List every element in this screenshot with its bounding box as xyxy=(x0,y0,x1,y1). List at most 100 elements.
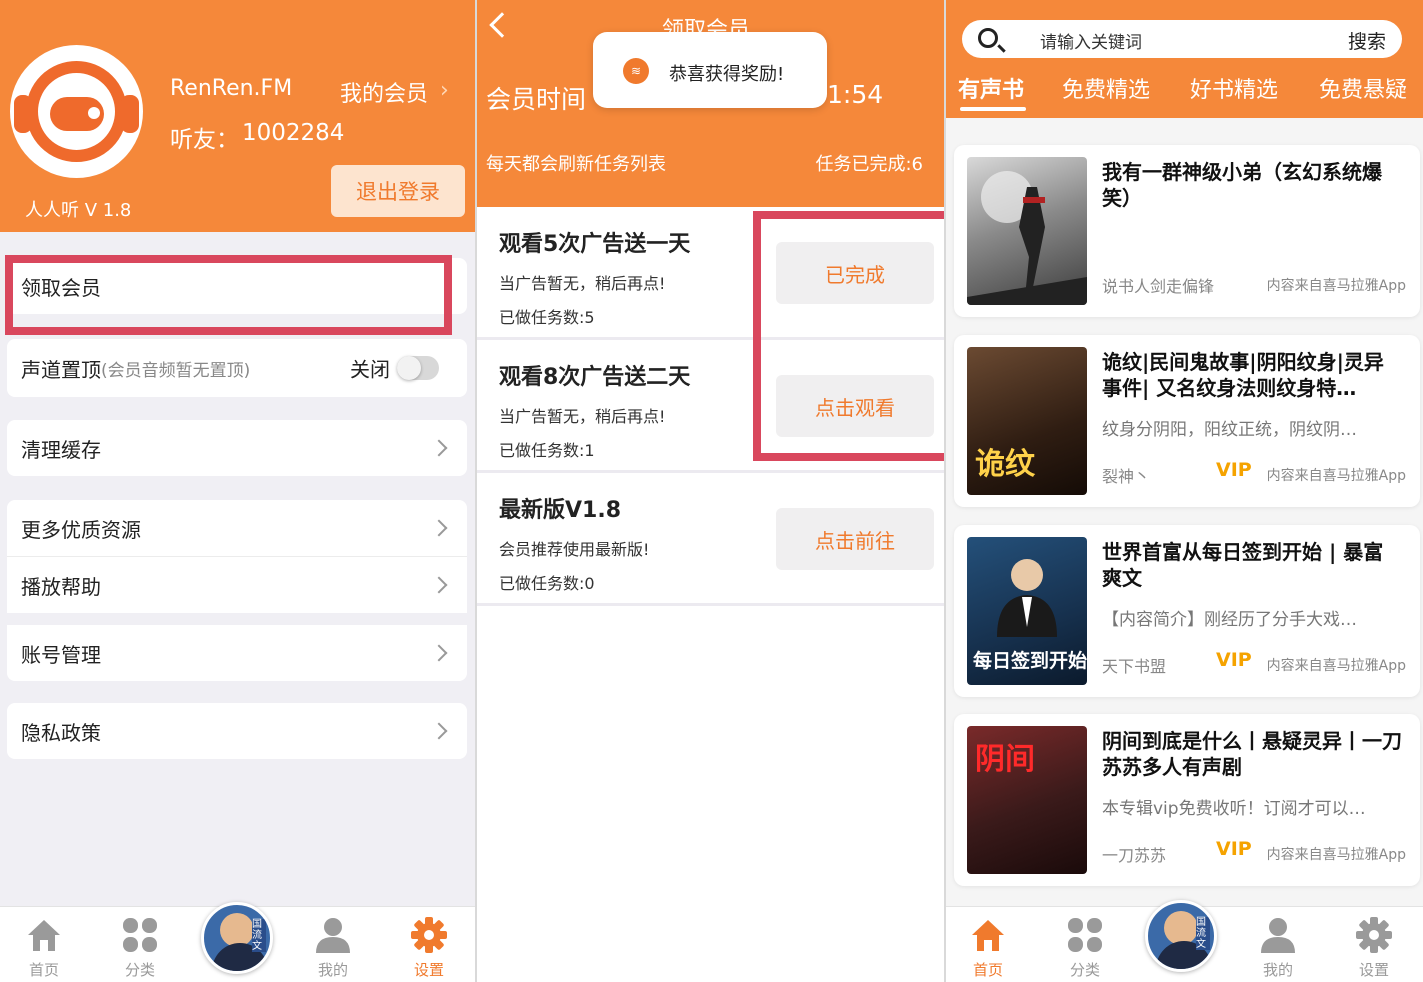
channel-top-row: 声道置顶 (会员音频暂无置顶) 关闭 xyxy=(7,339,467,397)
tab-settings-label: 设置 xyxy=(1358,961,1389,979)
channel-top-toggle[interactable] xyxy=(397,356,439,380)
play-help-label: 播放帮助 xyxy=(21,574,101,599)
category-grid-icon xyxy=(1068,918,1102,952)
audio-wave-icon: ≋ xyxy=(623,58,649,84)
toast-text: 恭喜获得奖励! xyxy=(669,64,785,85)
task-count: 已做任务数:1 xyxy=(499,441,595,460)
more-resources-label: 更多优质资源 xyxy=(21,517,141,542)
tab-category[interactable]: 分类 xyxy=(1055,915,1115,980)
account-row[interactable]: 账号管理 xyxy=(7,625,467,681)
avatar-badge-text: 国流文 xyxy=(252,919,266,952)
play-help-row[interactable]: 播放帮助 xyxy=(7,557,467,613)
account-label: 账号管理 xyxy=(21,642,101,667)
search-bar[interactable]: 请输入关键词 搜索 xyxy=(962,20,1402,58)
logo-eye-icon xyxy=(88,107,100,119)
book-card[interactable]: 阴间 阴间到底是什么丨悬疑灵异丨一刀苏苏多人有声剧 本专辑vip免费收听！订阅才… xyxy=(954,714,1420,886)
tab-home[interactable]: 首页 xyxy=(958,915,1018,980)
chevron-right-icon xyxy=(430,439,448,457)
tab-category[interactable]: 分类 xyxy=(110,915,170,980)
book-cover: 阴间 xyxy=(967,726,1087,874)
tab-free-suspense[interactable]: 免费悬疑 xyxy=(1319,72,1407,104)
book-author: 说书人剑走偏锋 xyxy=(1102,277,1215,296)
tab-mine[interactable]: 我的 xyxy=(303,915,363,980)
task-item: 最新版V1.8 会员推荐使用最新版! 已做任务数:0 点击前往 xyxy=(477,474,945,606)
tab-good-books[interactable]: 好书精选 xyxy=(1190,72,1278,104)
profile-header: RenRen.FM 我的会员 › 听友： 1002284 人人听 V 1.8 退… xyxy=(0,0,475,232)
privacy-label: 隐私政策 xyxy=(21,720,101,745)
book-card[interactable]: 诡纹 诡纹|民间鬼故事|阴阳纹身|灵异事件| 又名纹身法则纹身特… 纹身分阴阳，… xyxy=(954,335,1420,507)
search-icon xyxy=(978,28,998,48)
go-button[interactable]: 点击前往 xyxy=(776,508,934,570)
clear-cache-label: 清理缓存 xyxy=(21,437,101,462)
book-desc: 本专辑vip免费收听！订阅才可以… xyxy=(1102,799,1366,819)
claim-header: 领取会员 会员时间 1:54 每天都会刷新任务列表 任务已完成:6 ≋ 恭喜获得… xyxy=(477,0,945,207)
logout-button[interactable]: 退出登录 xyxy=(331,165,465,217)
chevron-right-icon xyxy=(430,576,448,594)
chevron-right-icon xyxy=(430,644,448,662)
book-cover: 每日签到开始 xyxy=(967,537,1087,685)
user-id: 1002284 xyxy=(242,120,345,146)
active-tab-indicator xyxy=(960,107,1026,111)
home-header: 请输入关键词 搜索 有声书 免费精选 好书精选 免费悬疑 xyxy=(946,0,1423,118)
chevron-right-icon xyxy=(430,722,448,740)
book-title: 我有一群神级小弟（玄幻系统爆笑） xyxy=(1102,160,1382,210)
tab-settings[interactable]: 设置 xyxy=(399,915,459,980)
tab-settings[interactable]: 设置 xyxy=(1344,915,1404,980)
tab-bar: 首页 分类 国流文 我的 设置 xyxy=(946,900,1423,982)
toggle-state-label: 关闭 xyxy=(350,357,390,382)
cover-title-text: 阴间 xyxy=(975,742,1035,777)
book-source: 内容来自喜马拉雅App xyxy=(1266,658,1406,674)
vip-badge: VIP xyxy=(1216,649,1252,671)
channel-top-hint: (会员音频暂无置顶) xyxy=(101,360,251,381)
avatar-face xyxy=(1164,911,1198,945)
tab-settings-label: 设置 xyxy=(413,961,444,979)
user-icon xyxy=(1261,918,1295,953)
search-button[interactable]: 搜索 xyxy=(1348,27,1386,54)
clear-cache-row[interactable]: 清理缓存 xyxy=(7,420,467,476)
book-desc: 【内容简介】刚经历了分手大戏… xyxy=(1102,610,1357,630)
book-title: 世界首富从每日签到开始 | 暴富爽文 xyxy=(1102,540,1384,590)
highlight-annotation xyxy=(753,211,945,461)
tasks-done-count: 任务已完成:6 xyxy=(815,154,923,175)
book-card[interactable]: 每日签到开始 世界首富从每日签到开始 | 暴富爽文 【内容简介】刚经历了分手大戏… xyxy=(954,525,1420,697)
book-card[interactable]: 我有一群神级小弟（玄幻系统爆笑） 说书人剑走偏锋 内容来自喜马拉雅App xyxy=(954,145,1420,317)
tab-free-picks[interactable]: 免费精选 xyxy=(1062,72,1150,104)
search-input[interactable]: 请输入关键词 xyxy=(1040,28,1142,53)
book-author: 天下书盟 xyxy=(1102,657,1167,676)
tab-mine-label: 我的 xyxy=(317,961,348,979)
my-membership-link[interactable]: 我的会员 xyxy=(340,76,428,108)
tab-home-label: 首页 xyxy=(972,961,1003,979)
book-source: 内容来自喜马拉雅App xyxy=(1266,847,1406,863)
task-title: 观看5次广告送一天 xyxy=(499,232,691,257)
tab-mine[interactable]: 我的 xyxy=(1248,915,1308,980)
reward-toast: ≋ 恭喜获得奖励! xyxy=(593,32,827,108)
gear-icon xyxy=(1356,917,1392,953)
tab-category-label: 分类 xyxy=(1069,961,1100,979)
book-source: 内容来自喜马拉雅App xyxy=(1266,468,1406,484)
user-icon xyxy=(316,918,350,953)
channel-top-label: 声道置顶 xyxy=(21,357,101,382)
task-count: 已做任务数:5 xyxy=(499,308,595,327)
toggle-knob xyxy=(397,356,421,380)
home-icon xyxy=(28,920,60,951)
avatar-play-button[interactable]: 国流文 xyxy=(201,902,273,974)
uid-label: 听友： xyxy=(170,127,239,153)
member-time-label: 会员时间 xyxy=(486,85,587,114)
tab-home[interactable]: 首页 xyxy=(14,915,74,980)
book-source: 内容来自喜马拉雅App xyxy=(1266,278,1406,294)
task-title: 观看8次广告送二天 xyxy=(499,365,691,390)
task-count: 已做任务数:0 xyxy=(499,574,595,593)
member-time-value: 1:54 xyxy=(827,80,884,109)
tab-home-label: 首页 xyxy=(28,961,59,979)
refresh-note: 每天都会刷新任务列表 xyxy=(486,154,666,175)
tab-audiobook[interactable]: 有声书 xyxy=(958,72,1024,104)
book-author: 裂神丶 xyxy=(1102,467,1151,486)
avatar-play-button[interactable]: 国流文 xyxy=(1145,900,1217,972)
more-resources-row[interactable]: 更多优质资源 xyxy=(7,500,467,556)
chevron-right-icon[interactable]: › xyxy=(440,78,449,103)
privacy-row[interactable]: 隐私政策 xyxy=(7,703,467,759)
highlight-annotation xyxy=(5,255,452,335)
tab-category-label: 分类 xyxy=(124,961,155,979)
cover-title-text: 诡纹 xyxy=(975,447,1035,482)
back-arrow-icon[interactable] xyxy=(489,12,515,38)
